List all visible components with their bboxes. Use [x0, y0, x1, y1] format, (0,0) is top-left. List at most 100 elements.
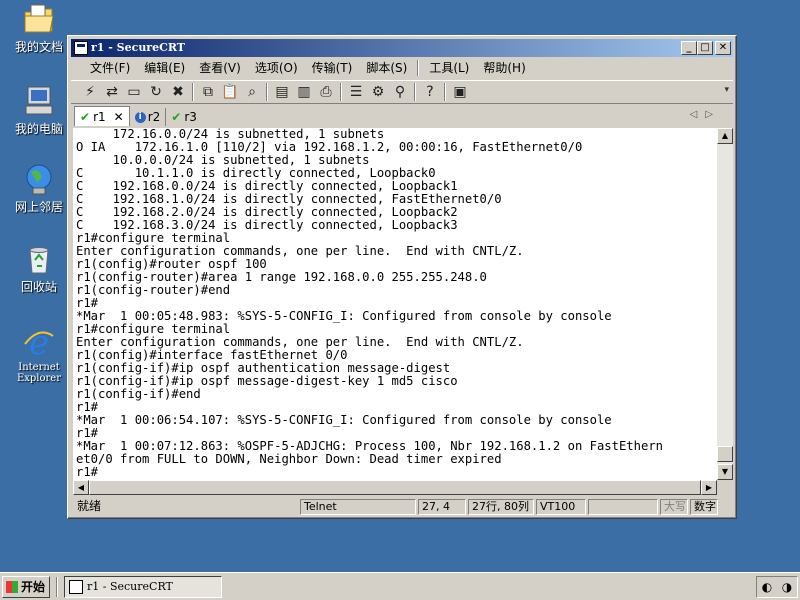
scroll-left-arrow-icon[interactable]: ◀	[73, 480, 89, 495]
toolbar-separator	[340, 83, 342, 101]
sftp-icon[interactable]: ▣	[449, 82, 471, 102]
svg-text:e: e	[29, 324, 49, 358]
menu-bar: 文件(F) 编辑(E) 查看(V) 选项(O) 传输(T) 脚本(S) 工具(L…	[71, 58, 733, 78]
taskbar: 开始 r1 - SecureCRT ◐ ◑	[0, 572, 800, 600]
desktop-icon-label: Internet Explorer	[16, 362, 62, 384]
menu-edit[interactable]: 编辑(E)	[137, 59, 192, 77]
reconnect-icon[interactable]: ↻	[145, 82, 167, 102]
terminal-app-icon	[69, 580, 83, 594]
connect-icon[interactable]: ⚡	[79, 82, 101, 102]
desktop-icon-label: 网上邻居	[14, 200, 63, 214]
connected-check-icon: ✔	[80, 109, 91, 124]
paste-icon[interactable]: 📋	[219, 82, 241, 102]
vertical-scroll-thumb[interactable]	[717, 446, 733, 462]
menu-script[interactable]: 脚本(S)	[359, 59, 414, 77]
session-options-icon[interactable]: ☰	[345, 82, 367, 102]
windows-logo-icon	[6, 581, 18, 593]
toolbar-overflow-icon[interactable]: ▾	[724, 85, 729, 95]
status-emulation: VT100	[536, 499, 586, 515]
folder-icon	[22, 2, 56, 36]
toolbar-separator	[266, 83, 268, 101]
horizontal-scrollbar[interactable]: ◀ ▶	[73, 480, 717, 495]
toolbar: ⚡ ⇄ ▭ ↻ ✖ ⧉ 📋 ⌕ ▤ ▥ ⎙ ☰ ⚙ ⚲ ? ▣ ▾	[71, 80, 733, 104]
tab-label: r1	[93, 109, 106, 124]
menu-file[interactable]: 文件(F)	[83, 59, 137, 77]
scroll-up-arrow-icon[interactable]: ▲	[717, 128, 733, 144]
copy-icon[interactable]: ⧉	[197, 82, 219, 102]
find-icon[interactable]: ⌕	[241, 82, 263, 102]
tab-r1[interactable]: ✔ r1 ✕	[74, 106, 130, 126]
start-button[interactable]: 开始	[2, 576, 50, 598]
horizontal-scroll-thumb[interactable]	[89, 480, 701, 495]
speaker-icon[interactable]: ◐	[762, 580, 772, 594]
keymap-icon[interactable]: ⚲	[389, 82, 411, 102]
scroll-down-arrow-icon[interactable]: ▼	[717, 464, 733, 480]
taskbar-separator	[56, 577, 58, 597]
minimize-button[interactable]: _	[681, 41, 697, 55]
status-ready: 就绪	[77, 499, 102, 513]
toolbar-separator	[192, 83, 194, 101]
session-tabs: ✔ r1 ✕ i r2 ✔ r3 ◁▷	[71, 106, 733, 126]
taskbar-button-label: r1 - SecureCRT	[87, 580, 173, 593]
window-titlebar[interactable]: r1 - SecureCRT _ □ ✕	[71, 39, 733, 57]
desktop-icon-label: 我的电脑	[14, 122, 63, 136]
print-icon[interactable]: ⎙	[315, 82, 337, 102]
connect-tab-icon[interactable]: ▭	[123, 82, 145, 102]
menu-separator	[417, 60, 420, 76]
status-protocol: Telnet	[300, 499, 416, 515]
disconnect-icon[interactable]: ✖	[167, 82, 189, 102]
tab-r3[interactable]: ✔ r3	[166, 108, 202, 126]
start-label: 开始	[21, 580, 46, 594]
vertical-scrollbar[interactable]: ▲ ▼	[717, 128, 733, 480]
desktop-icon-label: 我的文档	[14, 40, 63, 54]
status-num-lock: 数字	[690, 499, 718, 515]
tab-scroll-arrows-icon[interactable]: ◁▷	[690, 109, 721, 120]
print-setup-icon[interactable]: ▤	[271, 82, 293, 102]
terminal-line: r1#	[76, 465, 99, 479]
securecrt-window: r1 - SecureCRT _ □ ✕ 文件(F) 编辑(E) 查看(V) 选…	[67, 35, 737, 519]
tab-label: r3	[184, 110, 197, 124]
recycle-bin-icon	[22, 242, 56, 276]
terminal-output[interactable]: 172.16.0.0/24 is subnetted, 1 subnets O I…	[73, 128, 717, 480]
network-tray-icon[interactable]: ◑	[782, 580, 792, 594]
terminal-line: *Mar 1 00:06:54.107: %SYS-5-CONFIG_I: Co…	[76, 413, 612, 427]
window-title: r1 - SecureCRT	[91, 41, 185, 54]
toolbar-separator	[444, 83, 446, 101]
maximize-button[interactable]: □	[697, 41, 713, 55]
status-caps-lock: 大写	[660, 499, 688, 515]
help-icon[interactable]: ?	[419, 82, 441, 102]
status-cursor-position: 27, 4	[418, 499, 466, 515]
global-options-icon[interactable]: ⚙	[367, 82, 389, 102]
terminal-line: r1(config-router)#end	[76, 283, 231, 297]
print-selection-icon[interactable]: ▥	[293, 82, 315, 102]
desktop-icon-network[interactable]: 网上邻居	[8, 162, 70, 214]
menu-view[interactable]: 查看(V)	[192, 59, 248, 77]
desktop-icon-my-computer[interactable]: 我的电脑	[8, 84, 70, 136]
scroll-right-arrow-icon[interactable]: ▶	[701, 480, 717, 495]
desktop-icon-my-documents[interactable]: 我的文档	[8, 2, 70, 54]
network-globe-icon	[22, 162, 56, 196]
menu-options[interactable]: 选项(O)	[248, 59, 305, 77]
desktop-icon-recycle-bin[interactable]: 回收站	[8, 242, 70, 294]
status-terminal-size: 27行, 80列	[468, 499, 534, 515]
tab-label: r2	[147, 110, 161, 124]
close-tab-icon[interactable]: ✕	[114, 110, 124, 124]
quick-connect-icon[interactable]: ⇄	[101, 82, 123, 102]
taskbar-button-securecrt[interactable]: r1 - SecureCRT	[64, 576, 222, 598]
scrollbar-corner	[717, 480, 733, 495]
menu-help[interactable]: 帮助(H)	[476, 59, 532, 77]
status-bar: 就绪 Telnet 27, 4 27行, 80列 VT100 大写 数字	[71, 498, 733, 516]
close-button[interactable]: ✕	[715, 41, 731, 55]
toolbar-separator	[414, 83, 416, 101]
menu-transfer[interactable]: 传输(T)	[305, 59, 360, 77]
terminal-app-icon	[74, 41, 88, 55]
tab-r2[interactable]: i r2	[130, 108, 167, 126]
system-tray: ◐ ◑	[756, 576, 798, 598]
desktop-icon-label: 回收站	[20, 280, 57, 294]
info-icon: i	[134, 111, 146, 123]
desktop-icon-internet-explorer[interactable]: e Internet Explorer	[8, 323, 70, 384]
terminal-line: et0/0 from FULL to DOWN, Neighbor Down: …	[76, 452, 502, 466]
terminal-line: r1(config-if)#end	[76, 387, 201, 401]
computer-icon	[22, 84, 56, 118]
menu-tools[interactable]: 工具(L)	[422, 59, 476, 77]
